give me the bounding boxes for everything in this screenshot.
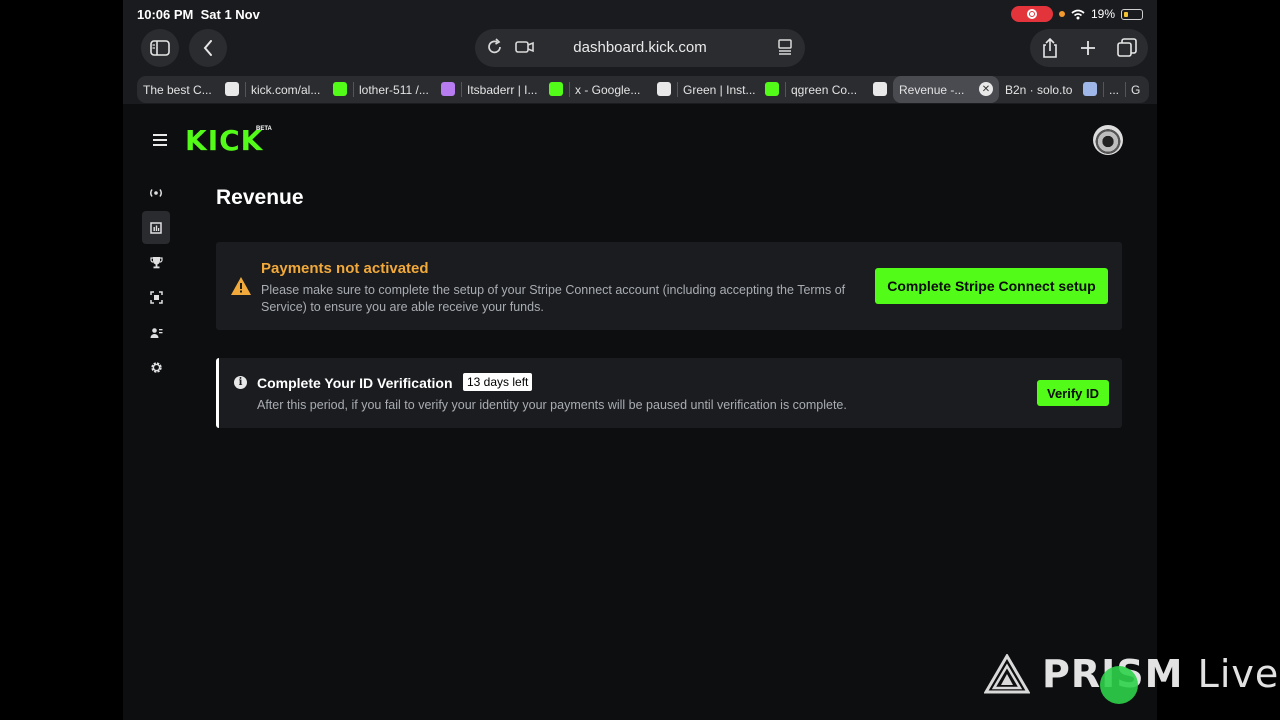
browser-tab[interactable]: Green | Inst...	[677, 76, 785, 103]
ipad-screen: 10:06 PM Sat 1 Nov 19% dashboard.kick.co…	[123, 0, 1157, 720]
shield-icon	[873, 82, 887, 96]
browser-tab[interactable]: lother-511 /...	[353, 76, 461, 103]
complete-stripe-setup-button[interactable]: Complete Stripe Connect setup	[875, 268, 1108, 304]
capture-icon	[149, 291, 163, 304]
plant-icon	[549, 82, 563, 96]
tab-label: Green | Inst...	[683, 82, 756, 97]
reader-icon[interactable]	[777, 38, 793, 56]
tab-label: ...	[1109, 82, 1120, 97]
sidebar-item-settings[interactable]	[142, 351, 170, 384]
verify-id-button[interactable]: Verify ID	[1037, 380, 1109, 406]
browser-chrome: 10:06 PM Sat 1 Nov 19% dashboard.kick.co…	[123, 0, 1157, 104]
tab-label: lother-511 /...	[359, 82, 429, 97]
sidebar-item-revenue[interactable]	[142, 211, 170, 244]
browser-tab[interactable]: Itsbaderr | I...	[461, 76, 569, 103]
watermark-suffix: Live	[1197, 652, 1280, 696]
browser-tab[interactable]: G	[1125, 76, 1149, 103]
close-icon[interactable]: ✕	[979, 82, 993, 96]
prism-live-watermark: PRISM Live	[984, 650, 1280, 704]
dashboard-sidebar	[142, 176, 172, 386]
address-bar[interactable]: dashboard.kick.com	[475, 29, 805, 67]
google-icon	[657, 82, 671, 96]
shield-icon	[225, 82, 239, 96]
new-tab-icon[interactable]	[1080, 40, 1096, 56]
browser-tab[interactable]: x - Google...	[569, 76, 677, 103]
mic-indicator-icon	[1058, 11, 1065, 17]
browser-tab[interactable]: ...	[1103, 76, 1125, 103]
wifi-icon	[1071, 9, 1085, 19]
share-icon[interactable]	[1041, 38, 1059, 58]
beta-label: BETA	[256, 126, 272, 132]
status-indicators: 19%	[1010, 6, 1143, 22]
payments-alert-card: Payments not activated Please make sure …	[216, 242, 1122, 330]
analytics-icon	[150, 221, 162, 234]
status-time: 10:06 PM Sat 1 Nov	[137, 7, 260, 22]
browser-actions	[1030, 29, 1148, 67]
trophy-icon	[149, 257, 163, 269]
back-button[interactable]	[189, 29, 227, 67]
broadcast-icon	[150, 188, 162, 197]
browser-tab[interactable]: kick.com/al...	[245, 76, 353, 103]
kick-logo-icon	[333, 82, 347, 96]
payments-alert-title: Payments not activated	[261, 260, 429, 277]
tab-label: B2n · solo.to	[1005, 82, 1073, 97]
plant-icon	[765, 82, 779, 96]
tab-label: The best C...	[143, 82, 212, 97]
page-title: Revenue	[216, 186, 304, 209]
settings-icon	[150, 362, 162, 373]
tab-label: G	[1131, 82, 1141, 97]
community-icon	[150, 327, 162, 338]
tab-label: x - Google...	[575, 82, 641, 97]
tab-label: Itsbaderr | I...	[467, 82, 538, 97]
browser-tab[interactable]: B2n · solo.to	[999, 76, 1103, 103]
screen-record-icon	[1010, 6, 1053, 22]
url-text: dashboard.kick.com	[573, 39, 707, 56]
sidebar-item-clips[interactable]	[142, 281, 170, 314]
payments-alert-description: Please make sure to complete the setup o…	[261, 283, 846, 314]
tab-bar: The best C... kick.com/al... lother-511 /.…	[137, 76, 1149, 103]
id-verification-description: After this period, if you fail to verify…	[257, 398, 847, 412]
sidebar-item-achievements[interactable]	[142, 246, 170, 279]
sidebar-item-community[interactable]	[142, 316, 170, 349]
kick-header: KICK BETA	[123, 104, 1157, 172]
chevron-left-icon	[203, 40, 212, 56]
info-icon: i	[234, 376, 247, 389]
browser-tab[interactable]: Revenue -... ✕	[893, 76, 999, 103]
tab-label: kick.com/al...	[251, 82, 321, 97]
avatar[interactable]	[1093, 125, 1123, 155]
live-indicator	[1100, 666, 1138, 704]
bear-icon	[1083, 82, 1097, 96]
sidebar-icon	[150, 40, 170, 56]
browser-tab[interactable]: qgreen Co...	[785, 76, 893, 103]
user-icon	[441, 82, 455, 96]
tab-label: qgreen Co...	[791, 82, 858, 97]
sidebar-toggle-button[interactable]	[141, 29, 179, 67]
battery-icon	[1121, 8, 1143, 20]
menu-icon[interactable]	[153, 134, 167, 146]
battery-percent: 19%	[1090, 7, 1115, 21]
id-verification-title: Complete Your ID Verification	[257, 375, 453, 391]
browser-tab[interactable]: The best C...	[137, 76, 245, 103]
tab-label: Revenue -...	[899, 82, 965, 97]
sidebar-item-stream[interactable]	[142, 176, 170, 209]
warning-icon	[231, 277, 251, 295]
kick-logo[interactable]: KICK	[185, 124, 263, 157]
tabs-overview-icon[interactable]	[1117, 38, 1138, 58]
prism-logo-icon	[984, 654, 1030, 694]
days-left-badge: 13 days left	[463, 373, 533, 391]
id-verification-card: i Complete Your ID Verification 13 days …	[216, 358, 1122, 428]
